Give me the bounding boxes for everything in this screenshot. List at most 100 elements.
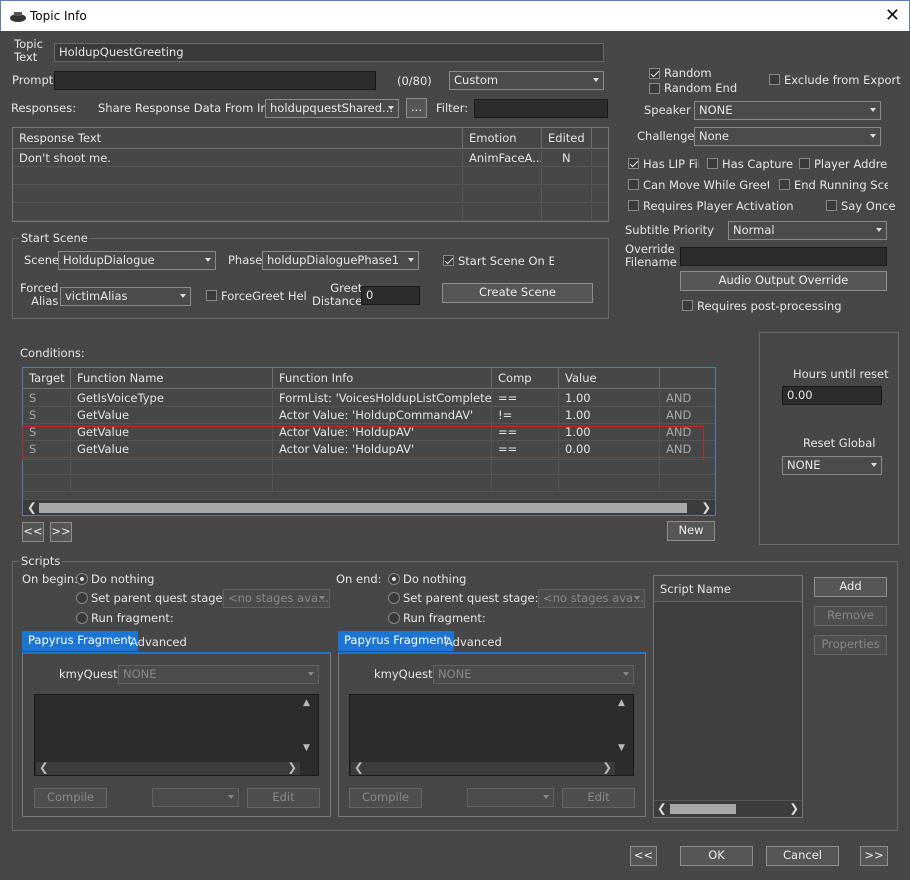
end-running-checkbox[interactable] [779,179,790,190]
add-script-button[interactable]: Add [814,577,887,597]
say-once-checkbox[interactable] [826,200,837,211]
scroll-thumb[interactable] [670,804,736,814]
col-function-info[interactable]: Function Info [273,368,492,389]
topic-text-input[interactable]: HoldupQuestGreeting [54,43,604,62]
end-stage-dropdown[interactable]: <no stages ava... [538,589,645,608]
script-list-hscroll[interactable]: ❮ ❯ [654,800,802,816]
forcegreet-checkbox[interactable] [206,290,217,301]
col-comp[interactable]: Comp [492,368,559,389]
ok-button[interactable]: OK [680,846,753,866]
scroll-left-icon[interactable]: ❮ [657,801,667,815]
properties-button[interactable]: Properties [814,635,887,655]
end-editor-hscroll[interactable]: ❮ ❯ [351,760,615,775]
table-row[interactable]: S GetValue Actor Value: 'HoldupAV' == 0.00 AN… [23,441,715,458]
conditions-next-button[interactable]: >> [50,522,72,542]
end-kmyquest-dropdown[interactable]: NONE [433,665,634,684]
scroll-right-icon[interactable]: ❯ [701,500,711,514]
audio-output-override-button[interactable]: Audio Output Override [680,271,887,291]
begin-stage-dropdown[interactable]: <no stages ava... [223,589,330,608]
table-row[interactable]: S GetValue Actor Value: 'HoldupAV' == 1.00 AN… [23,424,715,441]
script-list[interactable]: Script Name ❮ ❯ [653,575,803,818]
end-run-fragment-label: Run fragment: [403,611,486,625]
begin-editor-hscroll[interactable]: ❮ ❯ [36,760,300,775]
requires-activation-checkbox[interactable] [628,200,639,211]
phase-label: Phase [228,253,263,267]
table-row[interactable]: S GetIsVoiceType FormList: 'VoicesHoldupLi… [23,390,715,407]
col-function-name[interactable]: Function Name [71,368,273,389]
footer-prev-button[interactable]: << [630,846,657,866]
random-end-checkbox[interactable] [649,83,660,94]
greet-distance-input[interactable]: 0 [361,286,420,305]
phase-dropdown[interactable]: holdupDialoguePhase1 [262,251,419,270]
end-tab-advanced[interactable]: Advanced [439,633,508,653]
exclude-export-checkbox[interactable] [769,74,780,85]
post-processing-checkbox[interactable] [682,300,693,311]
col-target[interactable]: Target [23,368,71,389]
speaker-dropdown[interactable]: NONE [694,101,881,120]
share-response-dropdown[interactable]: holdupquestShared... [265,99,399,118]
begin-do-nothing-radio[interactable] [76,573,88,585]
scroll-right-icon[interactable]: ❯ [789,801,799,815]
subtitle-priority-dropdown[interactable]: Normal [728,221,887,240]
end-run-fragment-radio[interactable] [388,612,400,624]
end-do-nothing-radio[interactable] [388,573,400,585]
footer-next-button[interactable]: >> [860,846,888,866]
has-capture-checkbox[interactable] [707,158,718,169]
scroll-up-icon[interactable]: ▲ [618,698,625,708]
col-operator[interactable] [660,368,715,389]
table-row[interactable]: S GetValue Actor Value: 'HoldupCommandAV'!… [23,407,715,424]
end-set-stage-radio[interactable] [388,592,400,604]
end-tab-papyrus-fragment[interactable]: Papyrus Fragment [338,631,455,651]
conditions-prev-button[interactable]: << [22,522,44,542]
end-compile-options-dropdown[interactable] [467,788,554,807]
scroll-left-icon[interactable]: ❮ [27,500,37,514]
prompt-type-dropdown[interactable]: Custom [449,71,604,90]
random-checkbox[interactable] [649,68,660,79]
begin-run-fragment-radio[interactable] [76,612,88,624]
end-edit-button[interactable]: Edit [562,788,635,808]
reset-global-label: Reset Global [803,436,876,450]
begin-run-fragment-label: Run fragment: [91,611,174,625]
scroll-up-icon[interactable]: ▲ [303,698,310,708]
challenge-dropdown[interactable]: None [694,127,881,146]
responses-table[interactable]: Response Text Emotion Edited Don't shoot… [12,127,609,222]
table-row[interactable]: Don't shoot me. AnimFaceA... N [13,150,608,167]
begin-tab-advanced[interactable]: Advanced [124,633,193,653]
begin-set-stage-radio[interactable] [76,592,88,604]
has-lip-checkbox[interactable] [628,158,639,169]
conditions-table[interactable]: Target Function Name Function Info Comp … [22,367,716,516]
begin-kmyquest-dropdown[interactable]: NONE [118,665,319,684]
forced-alias-dropdown[interactable]: victimAlias [60,287,191,306]
col-edited[interactable]: Edited [542,128,592,149]
cancel-button[interactable]: Cancel [766,846,839,866]
override-filename-input[interactable] [680,247,887,266]
prompt-input[interactable] [54,71,376,90]
scroll-left-icon: ❮ [39,760,49,774]
col-emotion[interactable]: Emotion [463,128,542,149]
reset-global-dropdown[interactable]: NONE [782,456,882,475]
begin-compile-options-dropdown[interactable] [152,788,239,807]
conditions-horizontal-scrollbar[interactable]: ❮ ❯ [23,499,715,515]
player-address-checkbox[interactable] [799,158,810,169]
scroll-down-icon[interactable]: ▼ [303,743,310,753]
can-move-checkbox[interactable] [628,179,639,190]
col-response-text[interactable]: Response Text [13,128,463,149]
new-condition-button[interactable]: New [667,521,715,541]
col-script-name[interactable]: Script Name [654,576,802,602]
begin-compile-button[interactable]: Compile [34,788,107,808]
remove-script-button[interactable]: Remove [814,606,887,626]
scene-dropdown[interactable]: HoldupDialogue [58,251,216,270]
end-compile-button[interactable]: Compile [349,788,422,808]
hours-until-reset-input[interactable]: 0.00 [782,386,882,405]
col-value[interactable]: Value [559,368,660,389]
filter-input[interactable] [474,99,608,118]
start-on-end-checkbox[interactable] [443,255,454,266]
scroll-thumb[interactable] [39,503,687,513]
filter-label: Filter: [436,101,469,115]
begin-tab-papyrus-fragment[interactable]: Papyrus Fragment [22,631,139,651]
begin-edit-button[interactable]: Edit [247,788,320,808]
create-scene-button[interactable]: Create Scene [442,283,593,303]
scroll-down-icon[interactable]: ▼ [618,743,625,753]
share-browse-button[interactable]: ... [406,98,427,118]
close-icon[interactable]: ✕ [885,5,900,26]
